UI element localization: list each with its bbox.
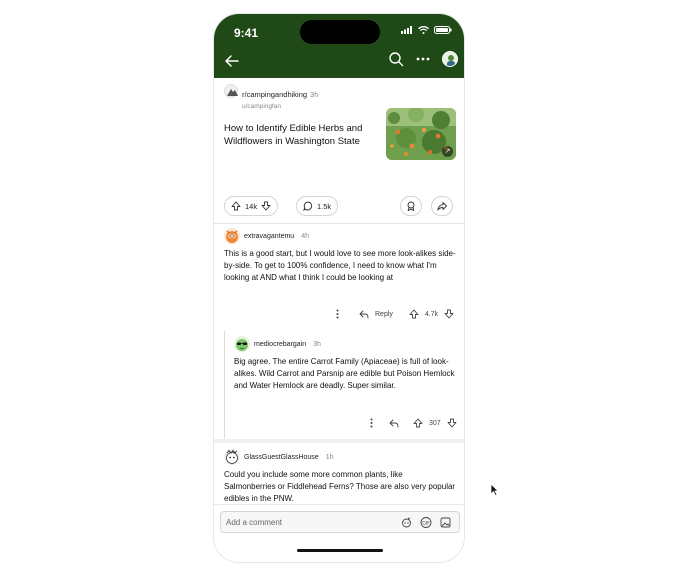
cursor-icon [490,483,499,496]
more-icon[interactable] [370,418,373,428]
post-age: 3h [310,90,319,99]
comment-count: 1.5k [317,201,332,211]
search-icon[interactable] [388,51,404,67]
home-indicator [297,549,383,552]
thread-line [224,331,225,441]
comment-username[interactable]: mediocrebargain [254,341,306,348]
comment-reply: mediocrebargain 3h Big agree. The entire … [234,336,462,392]
comment-username[interactable]: GlassGuestGlassHouse [244,454,319,461]
dynamic-island [300,20,380,44]
post-thumbnail[interactable]: ↗ [386,108,456,160]
subreddit-avatar[interactable] [224,84,238,98]
comments-button[interactable]: 1.5k [296,196,339,216]
avatar[interactable] [224,228,240,244]
comment-actions: 307 [370,418,457,428]
divider [214,439,464,443]
subreddit-name[interactable]: r/campingandhiking [242,90,307,99]
back-arrow-icon[interactable] [224,53,240,69]
comment: GlassGuestGlassHouse 1h Could you include… [224,449,456,504]
share-icon [437,202,447,211]
image-icon[interactable] [440,517,451,528]
comment-input[interactable]: Add a comment GIF [220,511,460,533]
upvote-icon[interactable] [231,201,241,211]
upvote-count: 14k [245,201,258,211]
battery-icon [434,26,452,34]
award-icon [407,201,415,211]
vote-pill: 14k [224,196,279,216]
downvote-icon[interactable] [447,418,457,428]
comment-body: Big agree. The entire Carrot Family (Api… [234,357,455,390]
upvote-icon[interactable] [409,309,419,319]
upvote-icon[interactable] [413,418,423,428]
comment-age: 4h [301,232,309,240]
phone-frame: 9:41 r/campingandhiking 3h u/campingfan … [213,13,465,563]
reply-icon[interactable] [359,310,369,319]
snoo-icon[interactable] [401,517,412,528]
svg-text:GIF: GIF [422,520,430,526]
reply-button[interactable]: Reply [375,311,393,318]
signal-icon [401,26,412,34]
comment-age: 1h [325,453,334,461]
comment-age: 3h [313,340,321,348]
post-header: r/campingandhiking 3h u/campingfan [224,84,318,110]
top-bar: 9:41 [214,14,464,78]
nav-bar [214,50,464,76]
comment-icon [303,201,313,211]
more-icon[interactable] [336,309,339,319]
vote-count: 307 [429,419,441,427]
share-button[interactable] [431,196,453,216]
post-title[interactable]: How to Identify Edible Herbs and Wildflo… [224,122,380,148]
status-icons [401,26,452,34]
downvote-icon[interactable] [444,309,454,319]
comment-composer: Add a comment GIF [214,504,464,562]
reply-icon[interactable] [389,419,399,428]
award-button[interactable] [400,196,422,216]
comment-body: Could you include some more common plant… [224,470,456,503]
status-bar: 9:41 [214,14,464,48]
vote-count: 4.7k [424,310,439,318]
post-detail: r/campingandhiking 3h u/campingfan How to… [214,78,464,504]
avatar[interactable] [224,449,240,465]
screen: 9:41 r/campingandhiking 3h u/campingfan … [0,0,680,574]
post-actions: 14k 1.5k [224,196,456,216]
wifi-icon [418,26,429,34]
downvote-icon[interactable] [261,201,271,211]
comment: extravagantemu 4h This is a good start, b… [224,228,456,284]
gif-icon[interactable]: GIF [420,517,432,528]
divider [214,223,464,224]
comment-placeholder: Add a comment [226,518,283,527]
post-author[interactable]: u/campingfan [242,103,318,110]
avatar[interactable] [234,336,250,352]
profile-avatar-icon[interactable] [442,51,458,67]
comment-actions: Reply 4.7k [336,309,454,319]
link-icon: ↗ [442,146,453,157]
comment-username[interactable]: extravagantemu [244,233,294,240]
status-time: 9:41 [234,26,259,40]
more-icon[interactable] [416,57,430,61]
comment-body: This is a good start, but I would love t… [224,249,456,282]
